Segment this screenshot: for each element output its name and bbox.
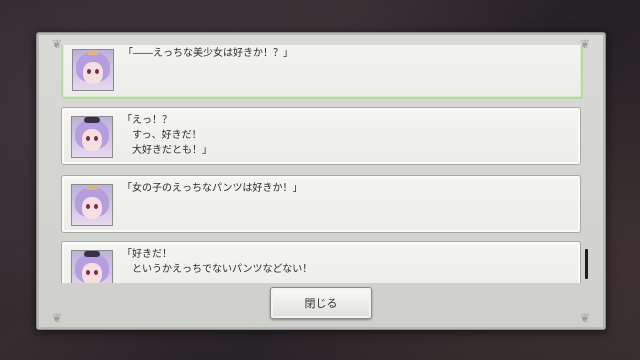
dialogue-text: 「――えっちな美少女は好きか！？」: [123, 48, 293, 59]
backlog-entry[interactable]: 「女の子のえっちなパンツは好きか！」: [61, 175, 581, 233]
maid-avatar-icon: [71, 250, 113, 283]
backlog-list[interactable]: 「――えっちな美少女は好きか！？」 「えっ！？ すっ、好きだ！ 大好きだとも！」…: [61, 45, 583, 283]
backlog-entry[interactable]: 「えっ！？ すっ、好きだ！ 大好きだとも！」: [61, 107, 581, 165]
corner-ornament-icon: ❦: [579, 311, 591, 325]
princess-avatar-icon: [72, 49, 114, 91]
maid-avatar-icon: [71, 116, 113, 158]
princess-avatar-icon: [71, 184, 113, 226]
backlog-entry[interactable]: 「好きだ！ というかえっちでないパンツなどない！: [61, 241, 581, 283]
backlog-window: ❦ ❦ ❦ ❦ 「――えっちな美少女は好きか！？」 「えっ！？ すっ、好きだ！ …: [36, 32, 606, 330]
dialogue-text: 「えっ！？ すっ、好きだ！ 大好きだとも！」: [122, 115, 212, 156]
close-button[interactable]: 閉じる: [270, 287, 372, 319]
dialogue-text: 「女の子のえっちなパンツは好きか！」: [122, 183, 303, 194]
corner-ornament-icon: ❦: [51, 311, 63, 325]
dialogue-text: 「好きだ！ というかえっちでないパンツなどない！: [122, 249, 313, 275]
scrollbar-thumb[interactable]: [585, 249, 588, 279]
backlog-entry[interactable]: 「――えっちな美少女は好きか！？」: [61, 45, 583, 99]
